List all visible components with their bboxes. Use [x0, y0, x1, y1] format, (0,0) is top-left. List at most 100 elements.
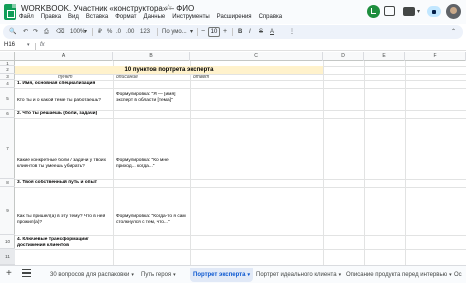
item-1-hint[interactable]: Формулировка: "Я — [имя] эксперт в облас… — [116, 92, 189, 104]
menu-file[interactable]: Файл — [19, 13, 34, 21]
tab-label: Описание продукта перед интервью — [346, 272, 448, 278]
item-2-question[interactable]: Какие конкретные боли / задачи у твоих к… — [17, 158, 112, 170]
strikethrough-button[interactable]: S — [259, 27, 263, 37]
tab-caret-icon[interactable]: ▾ — [131, 272, 134, 278]
spreadsheet-grid[interactable]: A B C D E F 1 2 3 4 5 6 7 8 9 10 11 10 п… — [0, 52, 466, 265]
tab-label: Ос — [454, 272, 462, 278]
item-3-hint[interactable]: Формулировка: "Когда-то я сам столкнулся… — [116, 214, 189, 226]
tab-caret-icon[interactable]: ▾ — [247, 272, 250, 278]
tab-caret-icon[interactable]: ▾ — [339, 272, 342, 278]
grid-line — [190, 61, 191, 265]
tab-caret-icon[interactable]: ▾ — [173, 272, 176, 278]
increase-decimals-button[interactable]: .00 — [126, 27, 134, 37]
collapse-toolbar-icon[interactable]: ⌃ — [451, 27, 456, 37]
tab-caret-icon[interactable]: ▾ — [449, 272, 452, 278]
column-header-c[interactable]: C — [190, 52, 323, 61]
row-header-8[interactable]: 8 — [0, 179, 15, 187]
currency-format-button[interactable]: ₽ — [98, 27, 102, 37]
item-2-hint[interactable]: Формулировка: "Ко мне приход... когда...… — [116, 158, 189, 170]
font-caret-icon: ▾ — [190, 29, 194, 35]
decrease-decimals-button[interactable]: .0 — [116, 27, 121, 37]
menu-insert[interactable]: Вставка — [86, 13, 108, 21]
tab-label: Портрет идеального клиента — [256, 272, 337, 278]
grid-line — [15, 118, 466, 119]
sheet-tabs-bar: + 30 вопросов для распаковки ▾ Путь героя… — [0, 265, 466, 283]
row-header-10[interactable]: 10 — [0, 235, 15, 249]
tab-product-description[interactable]: Описание продукта перед интервью ▾ — [346, 268, 452, 282]
undo-icon[interactable]: ↶ — [23, 27, 28, 37]
font-family-select[interactable]: По умо... — [162, 27, 187, 37]
header-answer[interactable]: ответ — [193, 74, 209, 80]
item-2-title[interactable]: 2. Что ты решаешь (боли, задачи) — [17, 111, 112, 117]
grid-line — [15, 187, 466, 188]
name-box-caret-icon[interactable]: ▾ — [27, 42, 30, 48]
row-header-6[interactable]: 6 — [0, 110, 15, 118]
menu-format[interactable]: Формат — [115, 13, 136, 21]
meet-icon[interactable] — [403, 7, 415, 16]
share-lock-icon[interactable] — [427, 6, 441, 17]
header-point[interactable]: пункт — [58, 74, 73, 80]
paint-format-icon[interactable]: ⌫ — [56, 27, 64, 37]
number-format-button[interactable]: 123 — [140, 27, 150, 37]
add-sheet-button[interactable]: + — [6, 269, 12, 279]
column-header-b[interactable]: B — [113, 52, 190, 61]
formula-divider — [35, 43, 36, 50]
tab-30-questions[interactable]: 30 вопросов для распаковки ▾ — [50, 268, 134, 282]
menu-view[interactable]: Вид — [68, 13, 79, 21]
sheet-banner-title[interactable]: 10 пунктов портрета эксперта — [15, 66, 323, 74]
toolbar-divider — [197, 28, 198, 36]
grid-line — [15, 249, 466, 250]
tab-expert-portrait[interactable]: Портрет эксперта ▾ — [190, 268, 253, 282]
row-header-5[interactable]: 5 — [0, 88, 15, 110]
tab-label: Портрет эксперта — [193, 272, 246, 278]
redo-icon[interactable]: ↷ — [33, 27, 38, 37]
font-size-increase-button[interactable]: + — [223, 27, 227, 37]
menu-tools[interactable]: Инструменты — [172, 13, 209, 21]
menu-extensions[interactable]: Расширения — [217, 13, 252, 21]
menu-data[interactable]: Данные — [144, 13, 166, 21]
percent-format-button[interactable]: % — [107, 27, 112, 37]
search-menus-icon[interactable]: 🔍 — [9, 27, 16, 37]
column-header-e[interactable]: E — [364, 52, 405, 61]
column-header-f[interactable]: F — [405, 52, 466, 61]
version-history-icon[interactable] — [367, 5, 380, 18]
more-options-icon[interactable]: ⋮ — [289, 27, 295, 37]
toolbar-divider — [232, 28, 233, 36]
comments-icon[interactable] — [384, 6, 395, 16]
row-header-11[interactable]: 11 — [0, 249, 15, 265]
menu-help[interactable]: Справка — [259, 13, 283, 21]
item-1-title[interactable]: 1. Имя, основная специализация — [17, 81, 112, 87]
tab-hero-path[interactable]: Путь героя ▾ — [141, 268, 176, 282]
item-3-title[interactable]: 3. Твоя собственный путь и опыт — [17, 180, 112, 186]
menu-edit[interactable]: Правка — [41, 13, 61, 21]
tab-label: 30 вопросов для распаковки — [50, 272, 130, 278]
row-header-9[interactable]: 9 — [0, 187, 15, 235]
print-icon[interactable]: ⎙ — [44, 27, 49, 37]
grid-line — [15, 88, 466, 89]
item-4-title[interactable]: 4. Ключевые трансформации/достижения кли… — [17, 237, 112, 249]
row-header-7[interactable]: 7 — [0, 118, 15, 179]
text-color-button[interactable]: A — [270, 27, 274, 37]
item-3-question[interactable]: Как ты пришел(а) в эту тему? Что в ней п… — [17, 214, 112, 226]
grid-line — [15, 74, 466, 75]
all-sheets-menu-icon[interactable] — [22, 269, 31, 277]
font-size-decrease-button[interactable]: − — [201, 27, 205, 37]
name-box[interactable]: H16 — [4, 42, 15, 48]
avatar[interactable] — [446, 4, 461, 19]
grid-line — [405, 61, 406, 265]
sheets-logo-icon[interactable] — [4, 4, 16, 20]
star-icon[interactable]: ☆ — [165, 3, 172, 12]
column-header-d[interactable]: D — [323, 52, 364, 61]
meet-dropdown-icon[interactable]: ▾ — [417, 8, 420, 15]
tab-ideal-client-portrait[interactable]: Портрет идеального клиента ▾ — [256, 268, 341, 282]
font-size-input[interactable]: 10 — [208, 27, 220, 37]
header-description[interactable]: описание — [116, 74, 138, 80]
tab-truncated[interactable]: Ос — [454, 268, 462, 282]
italic-button[interactable]: I — [249, 27, 251, 37]
row-header-4[interactable]: 4 — [0, 80, 15, 88]
bold-button[interactable]: B — [238, 27, 242, 37]
item-1-question[interactable]: Кто ты и о какой теме ты работаешь? — [17, 98, 112, 104]
column-header-a[interactable]: A — [15, 52, 113, 61]
row-header-2[interactable]: 2 — [0, 66, 15, 74]
toolbar-divider — [92, 28, 93, 36]
